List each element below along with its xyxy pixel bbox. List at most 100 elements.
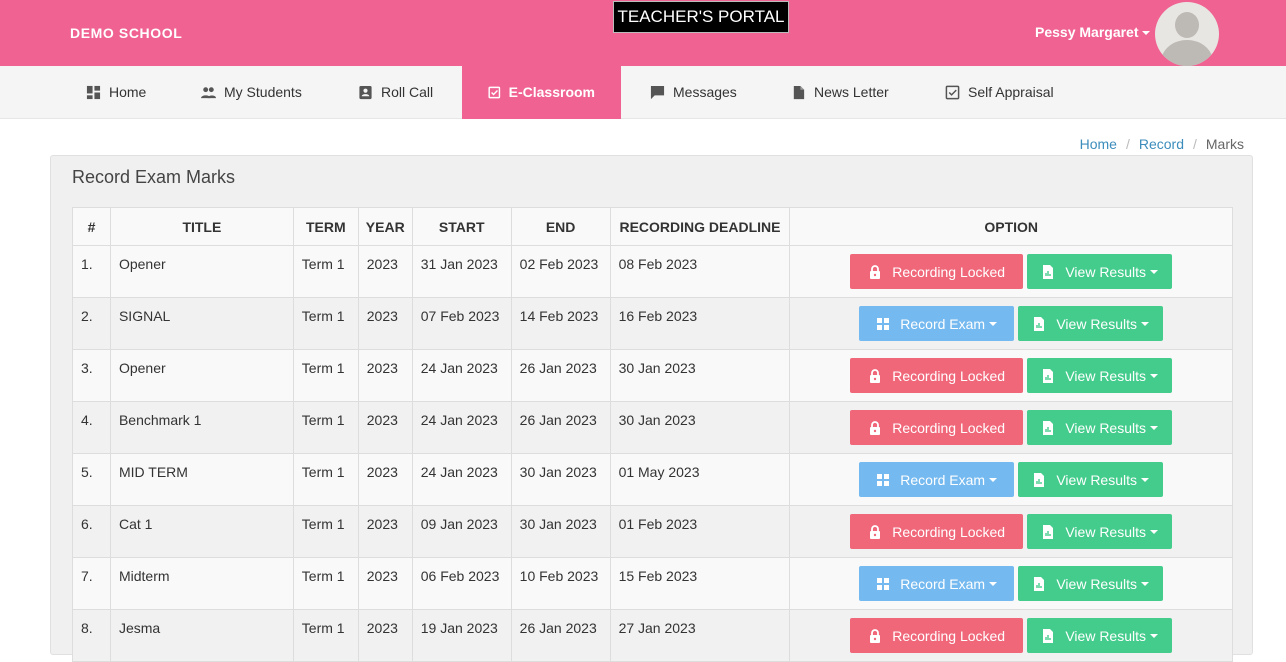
chevron-down-icon	[1150, 529, 1159, 534]
document-icon	[793, 85, 805, 100]
table-row: 1. Opener Term 1 2023 31 Jan 2023 02 Feb 2023…	[72, 245, 1233, 298]
cell-term: Term 1	[292, 505, 359, 558]
breadcrumb-record-link[interactable]: Record	[1139, 136, 1184, 152]
people-icon	[201, 87, 216, 99]
file-chart-icon	[1043, 368, 1054, 383]
exam-marks-table: # TITLE TERM YEAR START END RECORDING DE…	[72, 207, 1233, 662]
recording-locked-button[interactable]: Recording Locked	[850, 254, 1024, 289]
cell-deadline: 01 May 2023	[609, 453, 791, 506]
breadcrumb-separator: /	[1125, 136, 1130, 152]
column-header: START	[411, 207, 512, 246]
cell-end: 02 Feb 2023	[510, 245, 611, 298]
recording-locked-button[interactable]: Recording Locked	[850, 618, 1024, 653]
view-results-button[interactable]: View Results	[1027, 514, 1173, 549]
nav-item-self-appraisal[interactable]: Self Appraisal	[945, 66, 1054, 119]
message-icon	[650, 85, 665, 100]
school-name[interactable]: DEMO SCHOOL	[70, 25, 182, 41]
chevron-down-icon	[1141, 477, 1150, 482]
cell-year: 2023	[357, 401, 413, 454]
avatar-body	[1161, 40, 1213, 66]
view-results-button[interactable]: View Results	[1027, 618, 1173, 653]
cell-term: Term 1	[292, 349, 359, 402]
nav-label: Roll Call	[381, 84, 434, 100]
cell-title: Jesma	[109, 609, 294, 662]
cell-start: 24 Jan 2023	[411, 401, 512, 454]
cell-option: Recording Locked View Results	[789, 505, 1233, 558]
cell-option: Recording Locked View Results	[789, 349, 1233, 402]
nav-item-home[interactable]: Home	[86, 66, 146, 119]
table-row: 3. Opener Term 1 2023 24 Jan 2023 26 Jan 2023…	[72, 349, 1233, 402]
table-row: 5. MID TERM Term 1 2023 24 Jan 2023 30 Jan 20…	[72, 453, 1233, 506]
cell-option: Recording Locked View Results	[789, 245, 1233, 298]
record-exam-button[interactable]: Record Exam	[859, 306, 1015, 341]
nav-label: My Students	[224, 84, 302, 100]
button-label: Recording Locked	[892, 419, 1006, 436]
cell-start: 07 Feb 2023	[411, 297, 512, 350]
view-results-button[interactable]: View Results	[1027, 358, 1173, 393]
cell-term: Term 1	[292, 453, 359, 506]
cell-title: Opener	[109, 349, 294, 402]
record-exam-button[interactable]: Record Exam	[859, 566, 1015, 601]
cell-number: 3.	[72, 349, 111, 402]
recording-locked-button[interactable]: Recording Locked	[850, 514, 1024, 549]
file-chart-icon	[1043, 524, 1054, 539]
column-header: OPTION	[789, 207, 1233, 246]
cell-title: MID TERM	[109, 453, 294, 506]
breadcrumb-separator: /	[1192, 136, 1197, 152]
breadcrumb-current: Marks	[1205, 136, 1244, 152]
button-label: Recording Locked	[892, 367, 1006, 384]
nav-item-news-letter[interactable]: News Letter	[791, 66, 889, 119]
file-chart-icon	[1043, 420, 1054, 435]
nav-item-messages[interactable]: Messages	[650, 66, 737, 119]
chevron-down-icon	[989, 321, 998, 326]
file-chart-icon	[1034, 576, 1045, 591]
cell-year: 2023	[357, 453, 413, 506]
cell-year: 2023	[357, 609, 413, 662]
recording-locked-button[interactable]: Recording Locked	[850, 410, 1024, 445]
nav-item-my-students[interactable]: My Students	[201, 66, 302, 119]
cell-term: Term 1	[292, 297, 359, 350]
view-results-button[interactable]: View Results	[1018, 566, 1164, 601]
view-results-button[interactable]: View Results	[1027, 254, 1173, 289]
view-results-button[interactable]: View Results	[1018, 306, 1164, 341]
record-exam-marks-panel: Record Exam Marks # TITLE TERM YEAR STAR…	[50, 155, 1253, 662]
lock-icon	[870, 628, 881, 643]
cell-title: Benchmark 1	[109, 401, 294, 454]
view-results-button[interactable]: View Results	[1027, 410, 1173, 445]
button-label: View Results	[1065, 419, 1147, 436]
cell-year: 2023	[357, 245, 413, 298]
chevron-down-icon	[1150, 425, 1159, 430]
chevron-down-icon	[1150, 373, 1159, 378]
recording-locked-button[interactable]: Recording Locked	[850, 358, 1024, 393]
cell-deadline: 08 Feb 2023	[609, 245, 791, 298]
grid-icon	[877, 577, 890, 590]
chevron-down-icon	[989, 581, 998, 586]
table-row: 8. Jesma Term 1 2023 19 Jan 2023 26 Jan 2023 2…	[72, 609, 1233, 662]
cell-term: Term 1	[292, 557, 359, 610]
avatar[interactable]	[1155, 2, 1219, 66]
nav-item-roll-call[interactable]: Roll Call	[358, 66, 433, 119]
lock-icon	[870, 368, 881, 383]
nav-item-e-classroom[interactable]: E-Classroom	[462, 66, 621, 119]
cell-year: 2023	[357, 297, 413, 350]
button-label: View Results	[1065, 627, 1147, 644]
cell-option: Recording Locked View Results	[789, 401, 1233, 454]
user-menu[interactable]: Pessy Margaret	[1035, 24, 1150, 40]
lock-icon	[870, 264, 881, 279]
breadcrumb-home-link[interactable]: Home	[1080, 136, 1117, 152]
cell-start: 09 Jan 2023	[411, 505, 512, 558]
cell-deadline: 27 Jan 2023	[609, 609, 791, 662]
table-header-row: # TITLE TERM YEAR START END RECORDING DE…	[72, 207, 1233, 246]
chevron-down-icon	[1141, 321, 1150, 326]
file-chart-icon	[1043, 264, 1054, 279]
cell-number: 7.	[72, 557, 111, 610]
record-exam-button[interactable]: Record Exam	[859, 462, 1015, 497]
cell-end: 30 Jan 2023	[510, 505, 611, 558]
view-results-button[interactable]: View Results	[1018, 462, 1164, 497]
nav-label: News Letter	[814, 84, 889, 100]
button-label: View Results	[1056, 471, 1138, 488]
cell-term: Term 1	[292, 609, 359, 662]
breadcrumb: Home / Record / Marks	[1080, 136, 1244, 152]
file-chart-icon	[1034, 472, 1045, 487]
cell-year: 2023	[357, 349, 413, 402]
